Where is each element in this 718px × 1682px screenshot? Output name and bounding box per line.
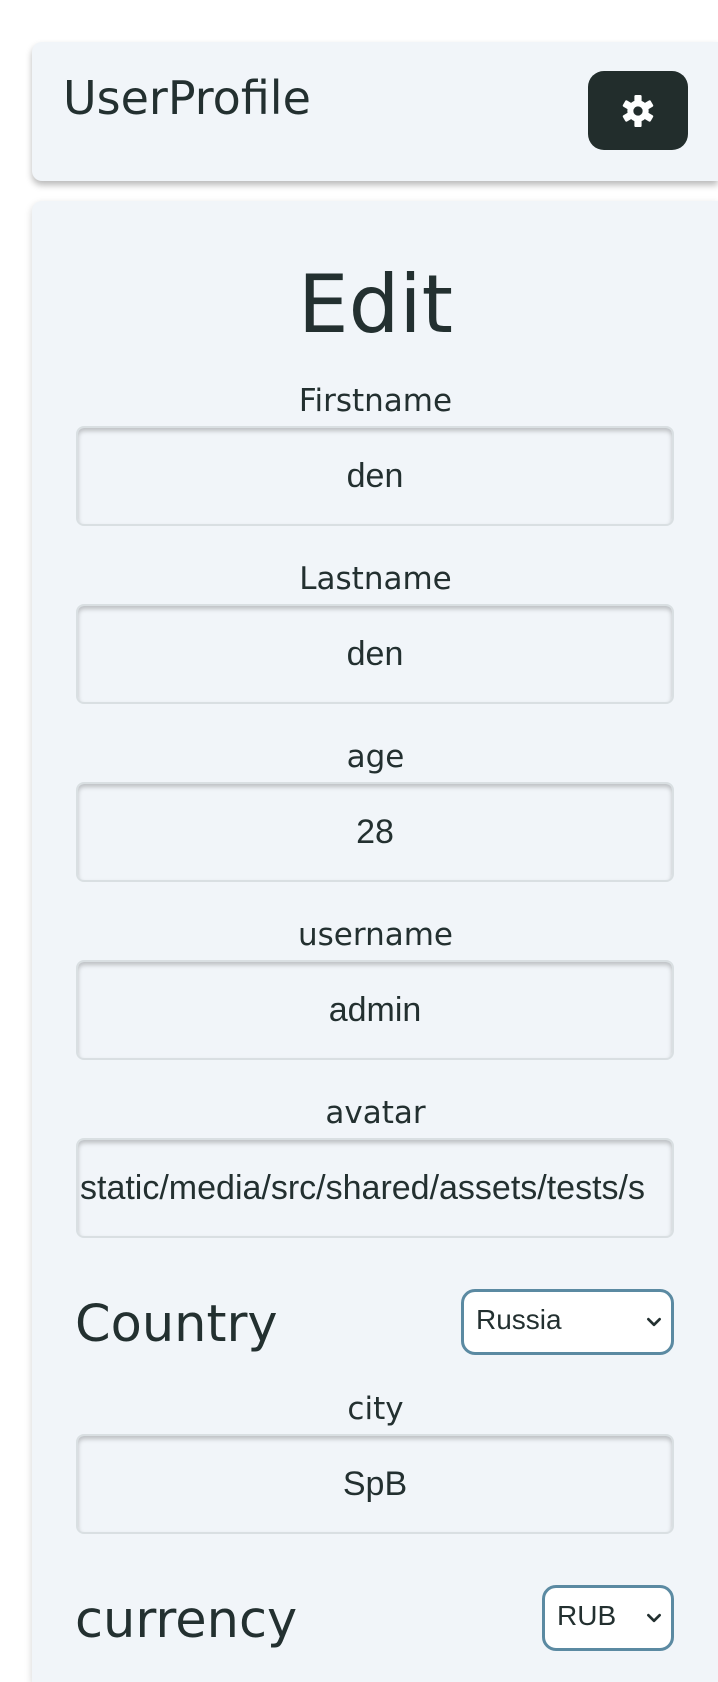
firstname-label: Firstname: [298, 383, 453, 419]
chevron-down-icon: [647, 1317, 661, 1327]
settings-button[interactable]: [588, 71, 688, 150]
chevron-down-icon: [647, 1613, 661, 1623]
country-select-value: Russia: [476, 1304, 562, 1335]
avatar-label: avatar: [325, 1095, 426, 1131]
lastname-input[interactable]: [76, 604, 674, 704]
username-input[interactable]: [76, 960, 674, 1060]
edit-profile-card: Edit Firstname Lastname age username ava…: [32, 201, 718, 1682]
country-label: Country: [75, 1295, 278, 1354]
currency-label: currency: [75, 1591, 298, 1650]
city-input[interactable]: [76, 1434, 674, 1534]
gear-icon: [622, 94, 654, 127]
age-label: age: [346, 739, 405, 775]
app-title: UserProfile: [63, 71, 311, 125]
page-title: Edit: [298, 258, 453, 351]
country-select[interactable]: Russia: [461, 1289, 674, 1355]
lastname-label: Lastname: [299, 561, 452, 597]
firstname-input[interactable]: [76, 426, 674, 526]
currency-select-value: RUB: [557, 1600, 617, 1631]
city-label: city: [347, 1391, 404, 1427]
username-label: username: [298, 917, 453, 953]
age-input[interactable]: [76, 782, 674, 882]
avatar-input[interactable]: [76, 1138, 674, 1238]
currency-select[interactable]: RUB: [542, 1585, 674, 1651]
top-navbar: UserProfile: [32, 42, 718, 181]
